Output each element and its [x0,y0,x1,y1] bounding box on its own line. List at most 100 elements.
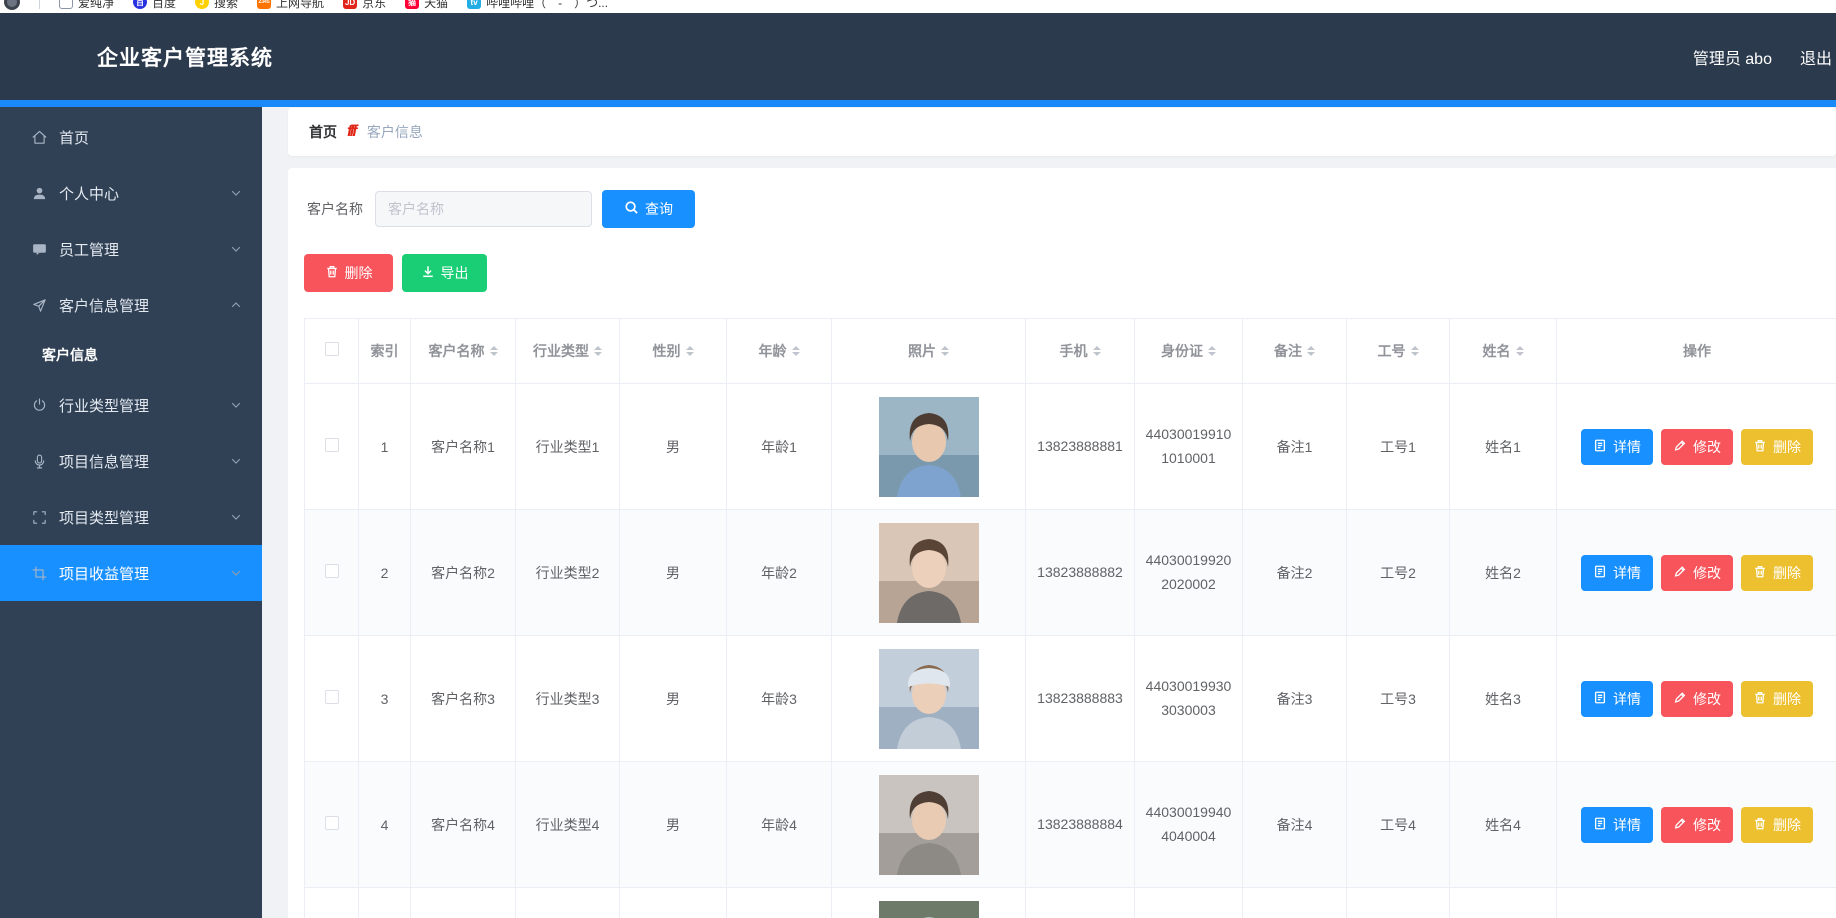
select-all-checkbox[interactable] [325,342,339,356]
trash-icon [1753,816,1767,834]
column-header-industry[interactable]: 行业类型 [516,319,620,384]
column-header-gender[interactable]: 性别 [620,319,727,384]
delete-row-button[interactable]: 删除 [1741,555,1813,591]
table-header-row: 索引客户名称行业类型性别年龄照片手机身份证备注工号姓名操作 [305,319,1836,384]
breadcrumb-home[interactable]: 首页 [309,122,337,142]
trash-icon [325,264,339,282]
sort-icon[interactable] [1411,346,1419,356]
export-button[interactable]: 导出 [402,254,487,292]
sidebar-item-label: 行业类型管理 [59,395,149,416]
column-header-index: 索引 [359,319,411,384]
cell-empno: 工号3 [1347,636,1450,762]
sidebar-item-项目类型管理[interactable]: 项目类型管理 [0,489,262,545]
logout-button[interactable]: 退出 [1800,45,1832,69]
detail-button[interactable]: 详情 [1581,681,1653,717]
cell-index: 2 [359,510,411,636]
column-header-remark[interactable]: 备注 [1243,319,1347,384]
content-card: 客户名称 查询 [288,168,1836,918]
delete-row-button[interactable]: 删除 [1741,429,1813,465]
app-header: 企业客户管理系统 管理员 abo 退出 [0,13,1836,100]
bookmark-item[interactable]: 猫 天猫 [405,0,448,11]
bookmark-item[interactable]: J 搜索 [195,0,238,11]
sidebar-item-个人中心[interactable]: 个人中心 [0,165,262,221]
column-header-phone[interactable]: 手机 [1026,319,1135,384]
edit-button[interactable]: 修改 [1661,555,1733,591]
bookmark-item[interactable]: 百 百度 [133,0,176,11]
sidebar-subitem-客户信息[interactable]: 客户信息 [0,333,262,377]
cell-empno: 工号4 [1347,762,1450,888]
table-row: 3客户名称3行业类型3男年龄3 138238888834403001993030… [305,636,1836,762]
pencil-icon [1673,816,1687,834]
cell-gender: 男 [620,384,727,510]
column-header-photo[interactable]: 照片 [832,319,1026,384]
bookmark-item[interactable]: tv 哔哩哔哩（゜-゜）つ... [467,0,608,11]
bookmark-item[interactable]: 爱纯净 [59,0,114,11]
sort-icon[interactable] [686,346,694,356]
query-button[interactable]: 查询 [602,190,695,228]
sort-icon[interactable] [1093,346,1101,356]
browser-icon[interactable] [4,0,20,10]
sidebar-item-行业类型管理[interactable]: 行业类型管理 [0,377,262,433]
cell-phone: 13823888885 [1026,888,1135,918]
sort-icon[interactable] [792,346,800,356]
cell-empno: 工号5 [1347,888,1450,918]
detail-button[interactable]: 详情 [1581,429,1653,465]
column-header-idcard[interactable]: 身份证 [1135,319,1243,384]
delete-row-button[interactable]: 删除 [1741,807,1813,843]
sidebar-item-客户信息管理[interactable]: 客户信息管理 [0,277,262,333]
column-header-age[interactable]: 年龄 [727,319,832,384]
edit-button[interactable]: 修改 [1661,429,1733,465]
sidebar-item-label: 项目收益管理 [59,563,149,584]
cell-empno: 工号1 [1347,384,1450,510]
sort-icon[interactable] [594,346,602,356]
table-row: 4客户名称4行业类型4男年龄4 138238888844403001994040… [305,762,1836,888]
cell-phone: 13823888883 [1026,636,1135,762]
cell-empname: 姓名2 [1450,510,1557,636]
sidebar-item-员工管理[interactable]: 员工管理 [0,221,262,277]
column-header-empno[interactable]: 工号 [1347,319,1450,384]
bookmark-item[interactable]: JD 京东 [343,0,386,11]
column-header-empname[interactable]: 姓名 [1450,319,1557,384]
edit-button[interactable]: 修改 [1661,681,1733,717]
row-checkbox[interactable] [325,564,339,578]
sidebar-item-首页[interactable]: 首页 [0,109,262,165]
row-checkbox[interactable] [325,438,339,452]
bookmark-item[interactable]: 2345 上网导航 [257,0,324,11]
sidebar-item-label: 首页 [59,127,89,148]
cell-industry: 行业类型5 [516,888,620,918]
table-row: 2客户名称2行业类型2男年龄2 138238888824403001992020… [305,510,1836,636]
cell-name: 客户名称3 [411,636,516,762]
sidebar-item-项目信息管理[interactable]: 项目信息管理 [0,433,262,489]
row-checkbox[interactable] [325,816,339,830]
cell-empname: 姓名1 [1450,384,1557,510]
mic-icon [30,452,48,470]
current-user[interactable]: 管理员 abo [1693,45,1772,69]
customer-photo [842,523,1015,623]
header-accent-strip [0,100,1836,107]
bookmark-label: 京东 [362,0,386,11]
customer-photo [842,901,1015,918]
cell-empname: 姓名3 [1450,636,1557,762]
delete-row-button[interactable]: 删除 [1741,681,1813,717]
bookmark-label: 上网导航 [276,0,324,11]
customer-name-input[interactable] [375,191,592,227]
sidebar-item-项目收益管理[interactable]: 项目收益管理 [0,545,262,601]
cell-index: 5 [359,888,411,918]
sort-icon[interactable] [1307,346,1315,356]
sort-icon[interactable] [1516,346,1524,356]
detail-button[interactable]: 详情 [1581,807,1653,843]
sort-icon[interactable] [1208,346,1216,356]
detail-button[interactable]: 详情 [1581,555,1653,591]
trash-icon [1753,438,1767,456]
delete-button[interactable]: 删除 [304,254,393,292]
sidebar: 首页 个人中心 员工管理 客户信息管理客户信息 行业类型管理 项目信息管理 项目… [0,107,262,918]
sidebar-item-label: 项目信息管理 [59,451,149,472]
row-checkbox[interactable] [325,690,339,704]
edit-button[interactable]: 修改 [1661,807,1733,843]
bookmarks-bar: 爱纯净 百 百度 J 搜索 2345 上网导航 JD 京东 猫 天猫 tv 哔哩… [0,0,1836,13]
sidebar-item-label: 客户信息管理 [59,295,149,316]
sort-icon[interactable] [490,346,498,356]
cell-idcard: 440300199202020002 [1135,510,1243,636]
sort-icon[interactable] [941,346,949,356]
column-header-name[interactable]: 客户名称 [411,319,516,384]
